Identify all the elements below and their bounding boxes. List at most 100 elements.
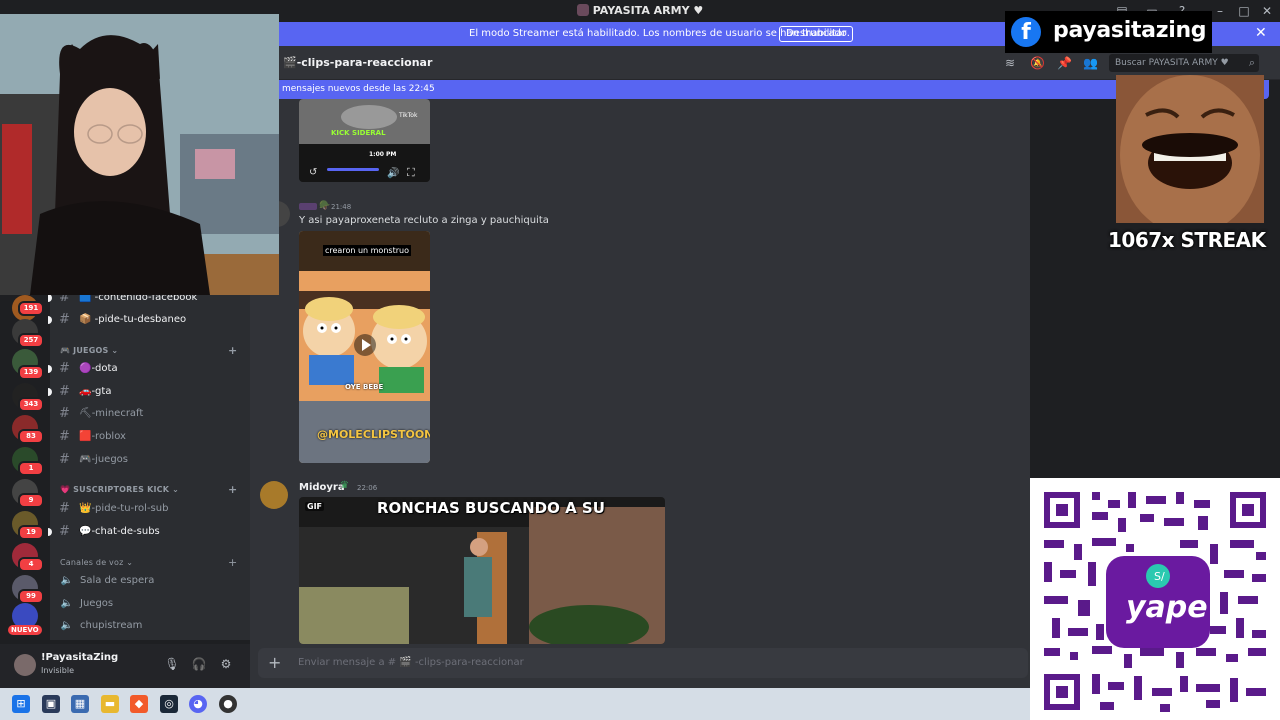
channel-item[interactable]: # ⛏-minecraft [50, 404, 250, 424]
category-suscriptores-kick[interactable]: 💗 SUSCRIPTORES KICK ⌄ + [60, 483, 237, 496]
unread-indicator [48, 294, 52, 302]
yape-qr-code: S/ yape [1030, 478, 1280, 720]
category-juegos[interactable]: 🎮 JUEGOS ⌄ + [60, 344, 237, 357]
microphone-icon[interactable]: 🎙 [164, 656, 180, 672]
video-embed[interactable]: ↺ 🔊 ⛶ TikTok KICK SIDERAL 1:00 PM [299, 99, 430, 182]
hash-icon: # [59, 406, 70, 421]
video-caption: crearon un monstruo [323, 245, 411, 256]
tiktok-watermark: TikTok [399, 112, 418, 119]
message-author[interactable] [299, 203, 317, 210]
webcam-feed [0, 14, 279, 295]
add-channel-icon[interactable]: + [228, 344, 237, 357]
message-composer: + Enviar mensaje a # 🎬 -clips-para-reacc… [250, 644, 1030, 688]
hash-icon: # [59, 384, 70, 399]
gif-caption: RONCHAS BUSCANDO A SU [377, 499, 605, 517]
unread-badge: 19 [18, 525, 44, 540]
server-list: 191 257 139 343 83 1 9 19 4 99 NUEVO [0, 295, 50, 640]
voice-channel[interactable]: 🔈 Juegos [60, 598, 113, 609]
minimize-button[interactable]: – [1212, 3, 1228, 19]
message-author[interactable]: Midoyra [299, 482, 345, 493]
unread-badge: 1 [18, 461, 44, 476]
author-badge-icon: ♛ [340, 480, 349, 491]
message-text: Y asi payaproxeneta recluto a zinga y pa… [299, 215, 549, 226]
gear-icon[interactable]: ⚙ [218, 656, 234, 672]
svg-text:🔊: 🔊 [387, 166, 399, 179]
yape-logo: yape [1126, 590, 1208, 625]
close-icon[interactable]: ✕ [1255, 25, 1267, 41]
unread-indicator [48, 316, 52, 324]
hash-icon: # [59, 501, 70, 516]
facebook-overlay: f payasitazing [1005, 11, 1212, 53]
laughing-face-image [1116, 75, 1264, 223]
author-badge-icon: 🪖 [319, 201, 331, 211]
add-channel-icon[interactable]: + [228, 556, 237, 569]
unread-indicator [48, 365, 52, 373]
video-subtitle: OYE BEBE [345, 383, 384, 391]
message-placeholder: Enviar mensaje a # 🎬 -clips-para-reaccio… [298, 657, 524, 668]
hash-icon: # [59, 452, 70, 467]
pin-icon[interactable]: 📌 [1057, 56, 1072, 70]
channel-list: # 🟦 -contenido-facebook # 📦 -pide-tu-desba… [48, 290, 250, 640]
unread-badge: 139 [18, 365, 44, 380]
file-explorer-icon[interactable]: ▬ [101, 695, 119, 713]
close-window-button[interactable]: ✕ [1259, 3, 1275, 19]
username[interactable]: !PayasitaZing [41, 652, 118, 663]
speaker-icon: 🔈 [60, 575, 74, 586]
unread-badge: 4 [18, 557, 44, 572]
video-brand: KICK SIDERAL [331, 129, 386, 137]
gif-tag: GIF [305, 502, 325, 511]
brave-browser-icon[interactable]: ◆ [130, 695, 148, 713]
speaker-icon: 🔈 [60, 620, 74, 631]
message-time: 21:48 [331, 203, 352, 211]
voice-channel[interactable]: 🔈 chupistream [60, 620, 143, 631]
widgets-icon[interactable]: ▦ [71, 695, 89, 713]
start-icon[interactable]: ⊞ [12, 695, 30, 713]
hash-icon: # [59, 312, 70, 327]
search-input[interactable]: Buscar PAYASITA ARMY ♥ ⌕ [1109, 54, 1259, 72]
webcam-overlay [0, 14, 279, 295]
svg-text:⛶: ⛶ [407, 166, 415, 179]
add-attachment-icon[interactable]: + [268, 653, 281, 672]
channel-item[interactable]: # 🟥-roblox [50, 427, 250, 447]
channel-title: 🎬-clips-para-reaccionar [283, 56, 433, 69]
category-voice[interactable]: Canales de voz ⌄ + [60, 556, 237, 569]
channel-item[interactable]: # 🟣-dota [48, 359, 250, 379]
steam-icon[interactable]: ◎ [160, 695, 178, 713]
new-badge: NUEVO [8, 625, 42, 635]
video-watermark: @MOLECLIPSTOON [317, 428, 430, 441]
message-time: 22:06 [357, 484, 378, 492]
gif-embed[interactable]: GIF RONCHAS BUSCANDO A SU [299, 497, 665, 644]
unread-badge: 9 [18, 493, 44, 508]
notification-bell-icon[interactable]: 🔕 [1030, 56, 1045, 70]
unread-badge: 83 [18, 429, 44, 444]
channel-item[interactable]: # 🚗-gta [48, 382, 250, 402]
channel-item[interactable]: # 🎮-juegos [50, 450, 250, 470]
maximize-button[interactable]: □ [1236, 3, 1252, 19]
unread-badge: 257 [18, 333, 44, 348]
message-list: ↺ 🔊 ⛶ TikTok KICK SIDERAL 1:00 PM 🪖 21:4… [250, 99, 1030, 644]
search-icon: ⌕ [1248, 56, 1255, 69]
voice-channel[interactable]: 🔈 Sala de espera [60, 575, 155, 586]
svg-text:S/: S/ [1154, 570, 1165, 583]
message-input[interactable]: + Enviar mensaje a # 🎬 -clips-para-reacc… [258, 648, 1028, 678]
streak-emote [1116, 75, 1264, 223]
headphones-icon[interactable]: 🎧 [191, 656, 207, 672]
discord-icon[interactable]: ◕ [189, 695, 207, 713]
avatar[interactable] [14, 654, 36, 676]
obs-icon[interactable]: ● [219, 695, 237, 713]
task-view-icon[interactable]: ▣ [42, 695, 60, 713]
avatar[interactable] [260, 481, 288, 509]
channel-item[interactable]: # 📦 -pide-tu-desbaneo [48, 310, 250, 330]
channel-item[interactable]: # 👑-pide-tu-rol-sub [50, 499, 250, 519]
channel-item[interactable]: # 💬-chat-de-subs [48, 522, 250, 542]
facebook-username: payasitazing [1053, 18, 1207, 43]
streak-counter: 1067x STREAK [1108, 228, 1266, 252]
user-status: Invisible [41, 666, 74, 675]
unread-badge: 191 [18, 301, 44, 316]
members-icon[interactable]: 👥 [1083, 56, 1098, 70]
add-channel-icon[interactable]: + [228, 483, 237, 496]
server-icon [576, 4, 589, 16]
disable-streamer-button[interactable]: Deshabilitar [779, 26, 854, 42]
video-embed[interactable]: crearon un monstruo OYE BEBE @MOLECLIPST… [299, 231, 430, 463]
threads-icon[interactable]: ≋ [1003, 56, 1017, 70]
